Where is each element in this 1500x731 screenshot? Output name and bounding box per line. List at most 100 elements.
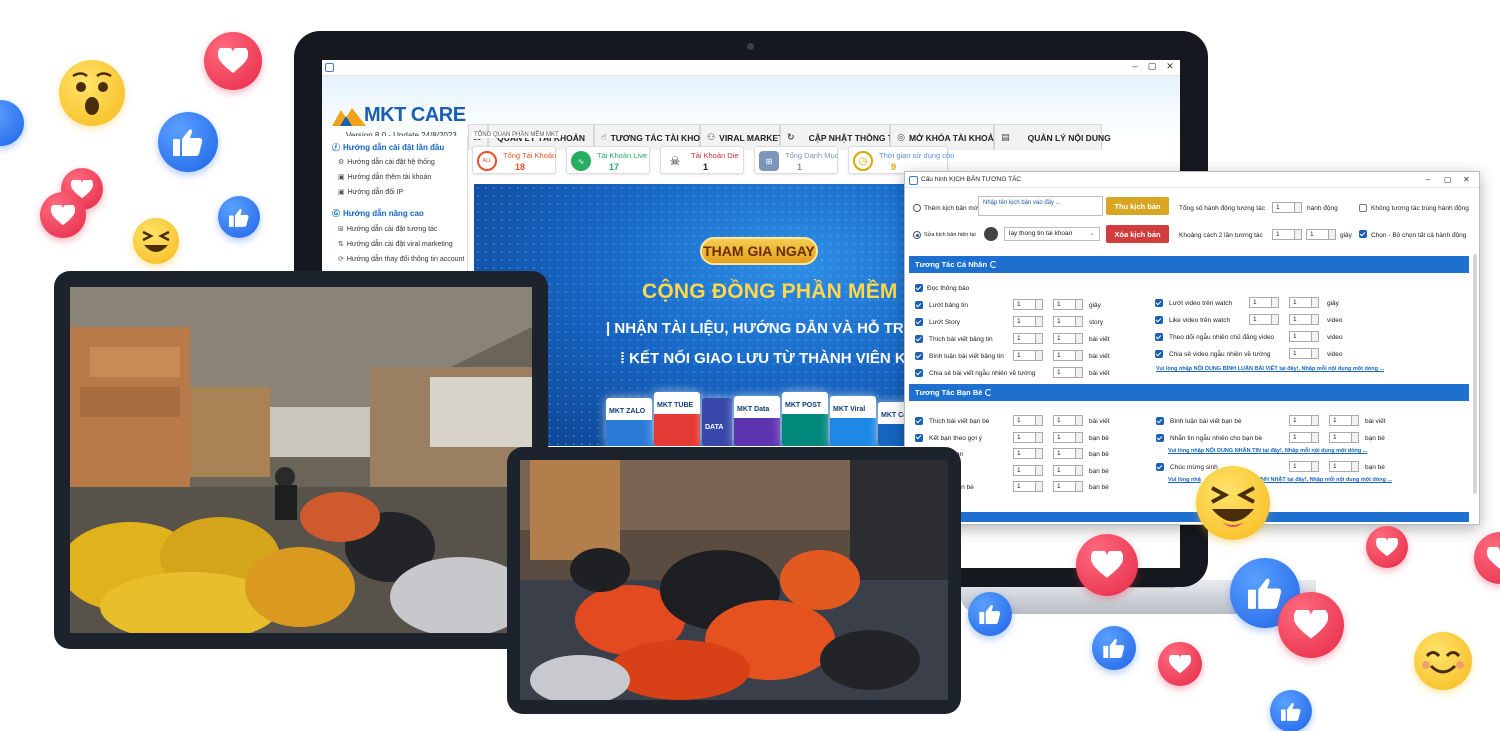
stat-label: Tổng Tài Khoản [503, 151, 557, 160]
stat-value: 1 [703, 162, 709, 172]
min-stepper[interactable]: 1 [1013, 464, 1043, 476]
max-stepper[interactable]: 1 [1329, 461, 1359, 472]
option-checkbox[interactable] [915, 301, 923, 309]
message-content-link[interactable]: Vui lòng nhập NỘI DUNG NHẮN TIN tại đây!… [1168, 448, 1367, 454]
min-stepper[interactable]: 1 [1249, 297, 1279, 308]
settings-icon[interactable] [984, 227, 998, 241]
option-checkbox[interactable] [915, 417, 923, 425]
new-script-radio[interactable] [913, 204, 921, 212]
sidebar-item-interact-setup[interactable]: ⊞ Hướng dẫn cài đặt tương tác [338, 225, 437, 234]
min-stepper[interactable]: 1 [1249, 314, 1279, 325]
option-checkbox[interactable] [1155, 333, 1163, 341]
option-checkbox[interactable] [915, 352, 923, 360]
no-duplicate-checkbox[interactable] [1359, 204, 1367, 212]
max-stepper[interactable]: 1 [1289, 314, 1319, 325]
gear-icon: ⚙ [338, 159, 345, 166]
close-button[interactable]: ✕ [1162, 61, 1178, 72]
product-label: MKT TUBE [657, 402, 694, 409]
stat-value: 9 [891, 162, 897, 172]
section-title: Tương Tác Bạn Bè [915, 388, 983, 397]
unit-label: bài viết [1089, 370, 1110, 377]
read-notify-checkbox[interactable] [915, 284, 923, 292]
min-stepper[interactable]: 1 [1289, 461, 1319, 472]
comment-content-link[interactable]: Vui lòng nhập NỘI DUNG BÌNH LUẬN BÀI VIẾ… [1156, 366, 1384, 372]
min-stepper[interactable]: 1 [1289, 432, 1319, 443]
option-checkbox[interactable] [1156, 434, 1164, 442]
gap-to-stepper[interactable]: 1 [1306, 229, 1336, 240]
edit-script-radio[interactable] [913, 231, 921, 239]
logo-icon [332, 108, 366, 126]
max-stepper[interactable]: 1 [1053, 431, 1083, 443]
max-stepper[interactable]: 1 [1053, 448, 1083, 459]
max-stepper[interactable]: 1 [1289, 297, 1319, 308]
max-stepper[interactable]: 1 [1289, 331, 1319, 342]
sidebar-group-advanced[interactable]: Ⓖ Hướng dẫn nâng cao [332, 208, 424, 219]
minimize-button[interactable]: – [1426, 175, 1430, 184]
max-stepper[interactable]: 1 [1053, 481, 1083, 492]
stat-time-remaining[interactable]: ◷ Thời gian sử dụng còn 9 [848, 146, 954, 174]
option-checkbox[interactable] [915, 335, 923, 343]
min-stepper[interactable]: 1 [1013, 448, 1043, 459]
stat-live-accounts[interactable]: ∿ Tài Khoản Live 17 [566, 146, 650, 174]
stat-die-accounts[interactable]: ☠ Tài Khoản Die 1 [660, 146, 744, 174]
max-stepper[interactable]: 1 [1053, 464, 1083, 476]
option-checkbox[interactable] [915, 318, 923, 326]
max-stepper[interactable]: 1 [1053, 299, 1083, 310]
unit-label: bạn bè [1089, 484, 1109, 491]
min-stepper[interactable]: 1 [1289, 415, 1319, 426]
option-checkbox[interactable] [915, 369, 923, 377]
stats-row: ALL Tổng Tài Khoản 18 ∿ Tài Khoản Live 1… [472, 146, 954, 174]
min-stepper[interactable]: 1 [1013, 333, 1043, 344]
birthday-content-link-rest[interactable]: G SINH NHẬT tại đây!, Nhập mỗi nội dung … [1250, 477, 1392, 483]
unit-label: video [1327, 334, 1343, 341]
sidebar-item-change-ip[interactable]: ▣ Hướng dẫn đổi IP [338, 188, 403, 197]
sidebar-item-viral-setup[interactable]: ⇅ Hướng dẫn cài đặt viral marketing [338, 240, 453, 249]
script-name-input[interactable]: Nhập tên kịch bản vào đây ... [978, 196, 1103, 216]
maximize-button[interactable]: ▢ [1144, 61, 1160, 72]
stat-categories[interactable]: ⊞ Tổng Danh Mục 1 [754, 146, 838, 174]
select-all-checkbox[interactable] [1359, 230, 1367, 238]
option-checkbox[interactable] [1156, 463, 1164, 471]
min-stepper[interactable]: 1 [1013, 415, 1043, 426]
option-label: Nhắn tin ngẫu nhiên cho bạn bè [1170, 435, 1263, 442]
max-stepper[interactable]: 1 [1053, 367, 1083, 378]
sidebar-item-add-account[interactable]: ▣ Hướng dẫn thêm tài khoản [338, 173, 431, 182]
product-box-data-side: DATA [702, 398, 732, 446]
option-checkbox[interactable] [915, 433, 923, 442]
save-script-button[interactable]: Thu kịch bản [1106, 197, 1169, 215]
actions-unit: hành động [1307, 205, 1338, 212]
sidebar-group-first-setup[interactable]: ⓕ Hướng dẫn cài đặt lần đầu [332, 142, 444, 153]
min-stepper[interactable]: 1 [1013, 431, 1043, 443]
dialog-scrollbar[interactable] [1473, 254, 1477, 494]
total-actions-stepper[interactable]: 1 [1272, 202, 1302, 213]
sidebar-item-change-account[interactable]: ⟳ Hướng dẫn thay đổi thông tin account [338, 255, 464, 264]
script-select[interactable]: lay thong tin tai khoan ⌄ [1004, 227, 1100, 241]
option-checkbox[interactable] [1155, 316, 1163, 324]
close-button[interactable]: ✕ [1463, 175, 1470, 184]
tab-content-manage[interactable]: ▤ QUẢN LÝ NỘI DUNG [994, 124, 1111, 150]
min-stepper[interactable]: 1 [1013, 299, 1043, 310]
max-stepper[interactable]: 1 [1289, 348, 1319, 359]
gap-from-stepper[interactable]: 1 [1272, 229, 1302, 240]
delete-script-button[interactable]: Xóa kịch bản [1106, 225, 1169, 243]
max-stepper[interactable]: 1 [1053, 415, 1083, 426]
maximize-button[interactable]: ▢ [1444, 175, 1452, 184]
join-now-button[interactable]: THAM GIA NGAY [700, 237, 818, 265]
max-stepper[interactable]: 1 [1329, 432, 1359, 443]
max-stepper[interactable]: 1 [1053, 350, 1083, 361]
sidebar-item-system-setup[interactable]: ⚙ Hướng dẫn cài đặt hệ thống [338, 158, 435, 167]
max-stepper[interactable]: 1 [1329, 415, 1359, 426]
min-stepper[interactable]: 1 [1013, 350, 1043, 361]
stat-total-accounts[interactable]: ALL Tổng Tài Khoản 18 [472, 146, 556, 174]
min-stepper[interactable]: 1 [1013, 481, 1043, 492]
option-checkbox[interactable] [1155, 350, 1163, 358]
laugh-icon [133, 218, 179, 264]
max-stepper[interactable]: 1 [1053, 316, 1083, 327]
section-friends[interactable]: Tương Tác Bạn Bè [909, 384, 1469, 401]
section-personal[interactable]: Tương Tác Cá Nhân [909, 256, 1469, 273]
min-stepper[interactable]: 1 [1013, 316, 1043, 327]
option-checkbox[interactable] [1156, 417, 1164, 425]
minimize-button[interactable]: – [1127, 61, 1143, 71]
max-stepper[interactable]: 1 [1053, 333, 1083, 344]
option-checkbox[interactable] [1155, 299, 1163, 307]
